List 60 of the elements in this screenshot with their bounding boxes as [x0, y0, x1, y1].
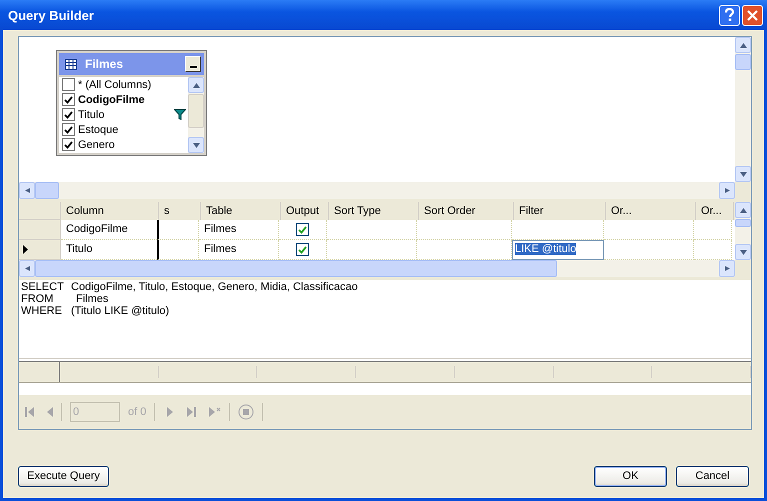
scroll-down-button[interactable]: [188, 137, 204, 153]
scroll-up-button[interactable]: [735, 202, 751, 218]
scroll-thumb[interactable]: [735, 54, 751, 70]
window-title: Query Builder: [8, 8, 94, 22]
scroll-up-button[interactable]: [188, 77, 204, 93]
scroll-thumb[interactable]: [35, 260, 557, 277]
row-header[interactable]: [19, 240, 61, 260]
scroll-right-button[interactable]: [719, 260, 735, 277]
table-icon: [65, 58, 77, 70]
sql-keyword: FROM: [21, 293, 54, 305]
checkbox[interactable]: [62, 78, 75, 91]
minimize-icon: [190, 66, 196, 68]
caret-down-icon: [740, 250, 746, 254]
sql-keyword: SELECT: [21, 281, 65, 293]
sql-clause: CodigoFilme, Titulo, Estoque, Genero, Midia, Classificacao: [71, 281, 358, 293]
scroll-left-button[interactable]: [19, 260, 35, 277]
caret-down-icon: [192, 142, 200, 148]
sql-clause: Filmes: [75, 293, 108, 305]
checkbox[interactable]: [62, 123, 75, 136]
checkbox[interactable]: [62, 138, 75, 151]
caret-up-icon: [740, 208, 746, 212]
scroll-thumb[interactable]: [735, 219, 751, 227]
dialog-button[interactable]: Cancel: [676, 466, 749, 486]
caret-down-icon: [740, 172, 746, 176]
caret-up-icon: [740, 42, 746, 48]
scroll-up-button[interactable]: [735, 37, 751, 53]
output-checkbox[interactable]: [296, 223, 309, 236]
caret-left-icon: [24, 266, 30, 271]
filter-cell[interactable]: [512, 220, 604, 240]
checkbox[interactable]: [62, 108, 75, 121]
close-icon: [747, 10, 758, 20]
scroll-thumb[interactable]: [35, 182, 59, 199]
scroll-down-button[interactable]: [735, 166, 751, 182]
execute-query-button[interactable]: Execute Query: [18, 466, 109, 486]
minimize-button[interactable]: [185, 56, 201, 72]
output-checkbox[interactable]: [296, 243, 309, 256]
current-row-icon: [23, 245, 28, 254]
sql-keyword: WHERE: [21, 305, 63, 317]
checkbox[interactable]: [62, 93, 75, 106]
caret-up-icon: [192, 82, 200, 88]
caret-right-icon: [724, 266, 730, 271]
caret-left-icon: [24, 188, 30, 193]
column-name: CodigoFilme: [78, 94, 146, 106]
column-name: * (All Columns): [78, 78, 152, 90]
dialog-button[interactable]: OK: [594, 466, 667, 486]
table-title: Filmes: [85, 57, 124, 71]
scroll-left-button[interactable]: [19, 182, 35, 199]
caret-right-icon: [724, 188, 730, 193]
sql-pane[interactable]: SELECT CodigoFilme, Titulo, Estoque, Genero, Midia, Classificacao FROM Filmes WHERE (Titulo LIKE @titulo): [19, 280, 751, 359]
column-name: Estoque: [78, 124, 120, 136]
scroll-down-button[interactable]: [735, 244, 751, 260]
sql-clause: (Titulo LIKE @titulo): [71, 305, 170, 317]
scroll-right-button[interactable]: [719, 182, 735, 199]
scroll-thumb[interactable]: [188, 94, 204, 128]
help-button[interactable]: [719, 4, 740, 26]
column-name: Titulo: [78, 108, 106, 120]
close-button[interactable]: [742, 4, 763, 26]
question-mark-icon: [724, 8, 735, 22]
column-name: Genero: [78, 138, 116, 150]
record-count: of 0: [128, 406, 146, 418]
